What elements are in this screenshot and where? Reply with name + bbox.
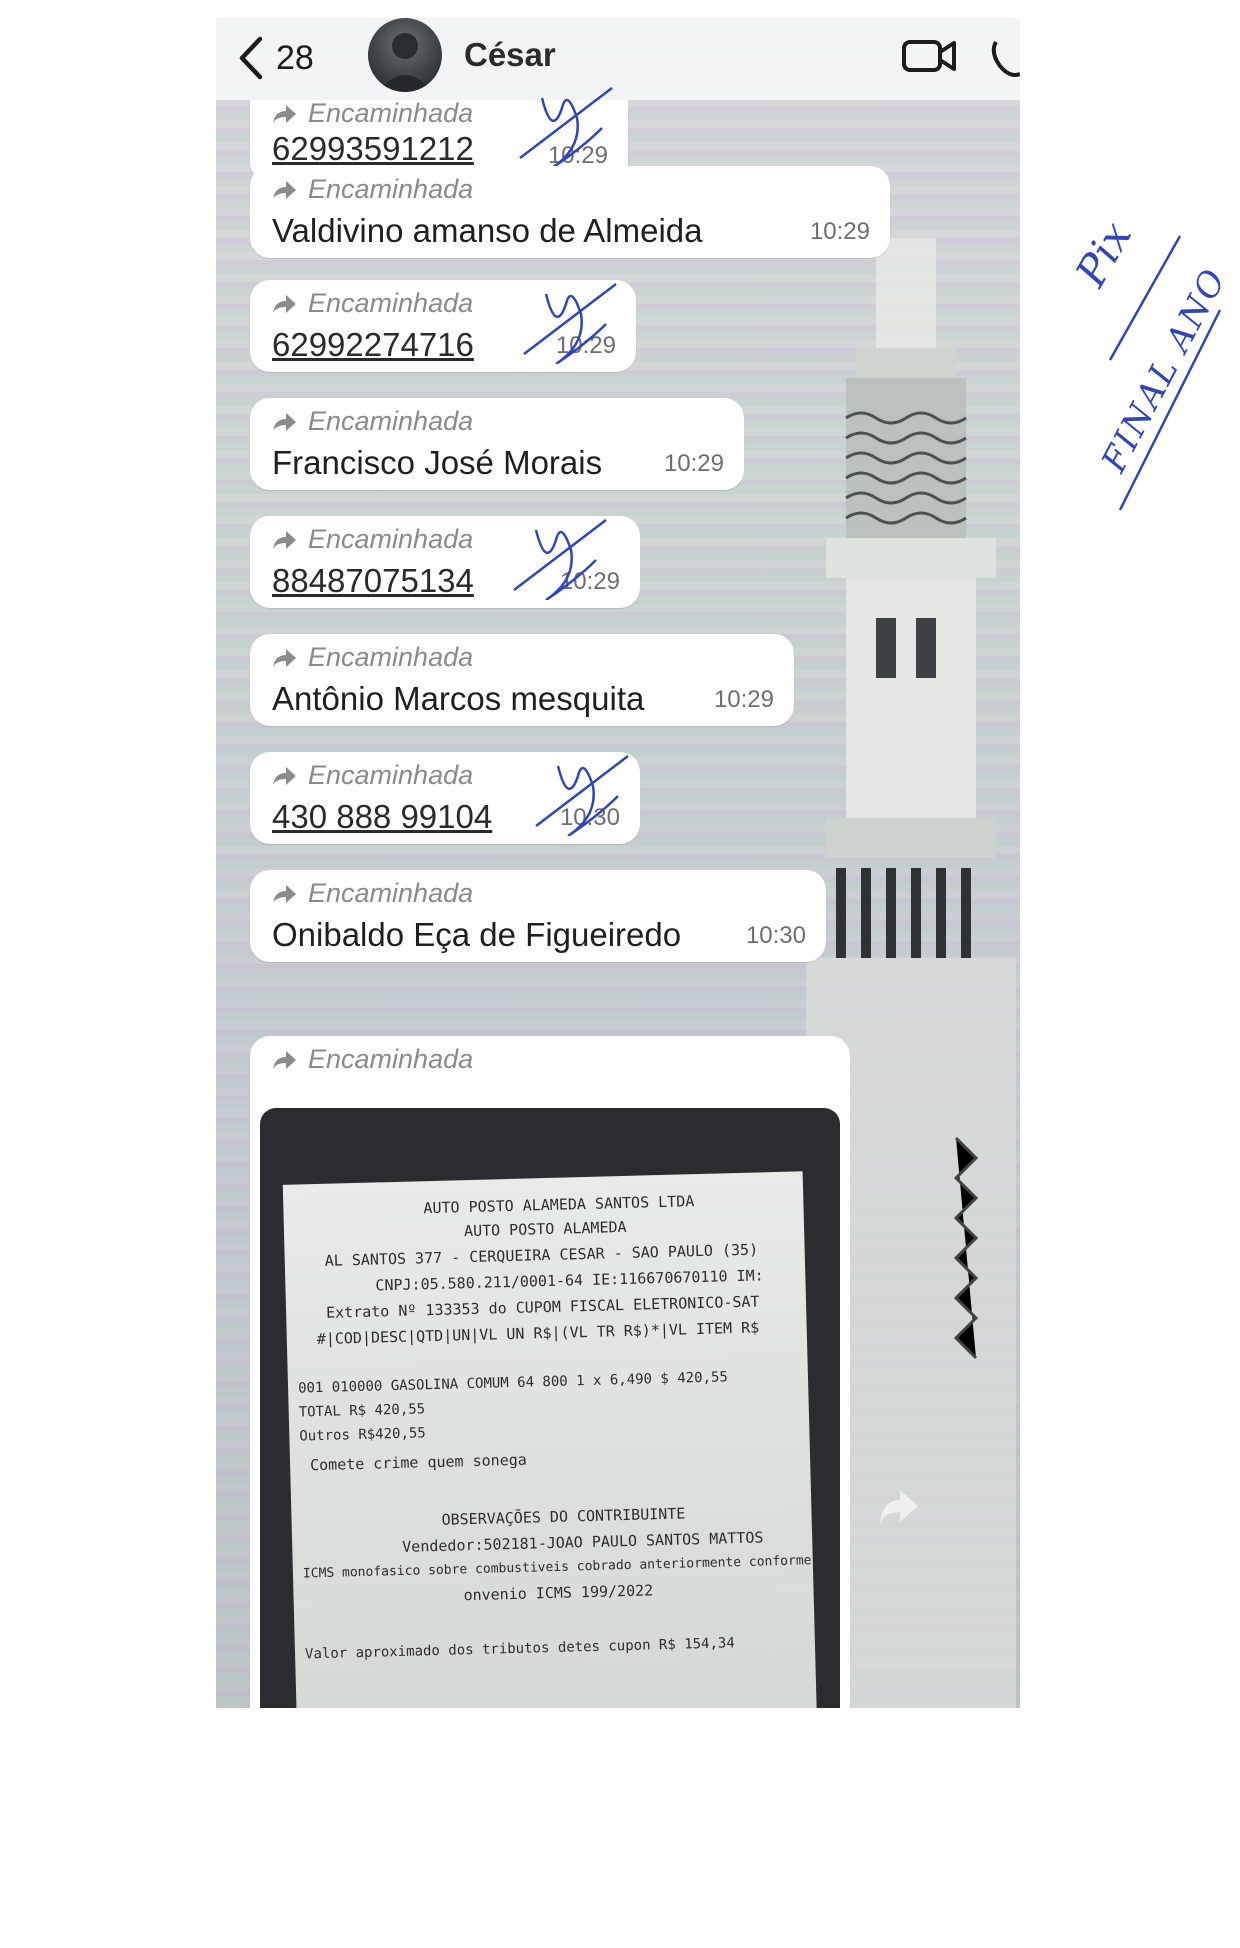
- message-time: 10:29: [713, 686, 774, 713]
- message-time: 10:30: [559, 804, 620, 831]
- forward-arrow-icon: [273, 180, 296, 199]
- contact-name[interactable]: César: [464, 36, 556, 74]
- image-message-bubble[interactable]: Encaminhada AUTO POSTO ALAMEDA SANTOS LT…: [250, 1036, 850, 1708]
- receipt-photo[interactable]: AUTO POSTO ALAMEDA SANTOS LTDA AUTO POST…: [260, 1108, 840, 1708]
- receipt-line: Vendedor:502181-JOAO PAULO SANTOS MATTOS: [402, 1528, 764, 1556]
- chat-screen: 28 César Encaminhada 62993591212 10:29 E…: [216, 18, 1020, 1708]
- phone-number-link[interactable]: 430 888 99104: [272, 798, 492, 836]
- phone-icon[interactable]: [990, 34, 1020, 78]
- message-bubble[interactable]: Encaminhada Valdivino amanso de Almeida …: [250, 166, 890, 258]
- receipt-line: #|COD|DESC|QTD|UN|VL UN R$|(VL TR R$)*|V…: [316, 1318, 760, 1349]
- forwarded-text: Encaminhada: [308, 406, 474, 436]
- forward-arrow-icon: [273, 648, 296, 667]
- message-bubble[interactable]: Encaminhada Antônio Marcos mesquita 10:2…: [250, 634, 794, 726]
- message-time: 10:29: [559, 568, 620, 595]
- person-silhouette-icon: [378, 33, 432, 92]
- message-text: Onibaldo Eça de Figueiredo: [272, 916, 682, 953]
- message-text: Antônio Marcos mesquita: [272, 680, 645, 717]
- message-text: Francisco José Morais: [272, 444, 603, 481]
- receipt-line: onvenio ICMS 199/2022: [463, 1581, 654, 1605]
- receipt-line: 001 010000 GASOLINA COMUM 64 800 1 x 6,4…: [297, 1369, 729, 1397]
- phone-number-link[interactable]: 62992274716: [272, 326, 474, 364]
- forwarded-label: Encaminhada: [272, 1044, 473, 1075]
- message-time: 10:29: [555, 332, 616, 359]
- forward-arrow-icon: [273, 884, 296, 903]
- receipt-line: Extrato Nº 133353 do CUPOM FISCAL ELETRO…: [325, 1292, 760, 1322]
- forward-arrow-icon: [273, 530, 296, 549]
- forward-arrow-icon: [273, 104, 296, 123]
- message-bubble[interactable]: Encaminhada 430 888 99104 10:30: [250, 752, 640, 844]
- receipt-line: OBSERVAÇÕES DO CONTRIBUINTE: [441, 1504, 686, 1529]
- message-bubble[interactable]: Encaminhada 62992274716 10:29: [250, 280, 636, 372]
- receipt-line: TOTAL R$ 420,55: [298, 1401, 426, 1421]
- message-time: 10:30: [745, 922, 806, 949]
- receipt-paper: AUTO POSTO ALAMEDA SANTOS LTDA AUTO POST…: [282, 1171, 827, 1708]
- forward-arrow-icon: [273, 294, 296, 313]
- forward-arrow-icon: [273, 1050, 296, 1069]
- forwarded-label: Encaminhada: [272, 98, 473, 129]
- receipt-line: CNPJ:05.580.211/0001-64 IE:116670670110 …: [375, 1266, 764, 1295]
- phone-number-link[interactable]: 62993591212: [272, 130, 474, 168]
- forwarded-label: Encaminhada: [272, 406, 473, 437]
- message-bubble[interactable]: Encaminhada Onibaldo Eça de Figueiredo 1…: [250, 870, 826, 962]
- back-button[interactable]: 28: [236, 32, 314, 84]
- video-camera-icon[interactable]: [902, 36, 958, 76]
- forwarded-label: Encaminhada: [272, 524, 473, 555]
- receipt-line: Comete crime quem sonega: [309, 1450, 528, 1475]
- receipt-line: AUTO POSTO ALAMEDA SANTOS LTDA: [423, 1192, 695, 1218]
- chat-header: 28 César: [216, 18, 1020, 100]
- forwarded-text: Encaminhada: [308, 760, 474, 790]
- forwarded-label: Encaminhada: [272, 174, 473, 205]
- forwarded-text: Encaminhada: [308, 642, 474, 672]
- forward-arrow-icon: [273, 412, 296, 431]
- receipt-line: Outros R$420,55: [299, 1425, 426, 1445]
- forward-arrow-icon: [273, 766, 296, 785]
- forwarded-text: Encaminhada: [308, 878, 474, 908]
- message-bubble[interactable]: Encaminhada Francisco José Morais 10:29: [250, 398, 744, 490]
- forwarded-text: Encaminhada: [308, 98, 474, 128]
- receipt-line: AUTO POSTO ALAMEDA: [463, 1217, 627, 1241]
- forwarded-label: Encaminhada: [272, 642, 473, 673]
- forwarded-text: Encaminhada: [308, 1044, 474, 1074]
- message-bubble[interactable]: Encaminhada 88487075134 10:29: [250, 516, 640, 608]
- forwarded-label: Encaminhada: [272, 288, 473, 319]
- forwarded-text: Encaminhada: [308, 174, 474, 204]
- forwarded-label: Encaminhada: [272, 878, 473, 909]
- share-arrow-icon[interactable]: [876, 1484, 922, 1530]
- chevron-left-icon: [239, 36, 263, 80]
- receipt-line: ICMS monofasico sobre combustiveis cobra…: [302, 1552, 828, 1582]
- unread-count: 28: [276, 38, 314, 77]
- message-time: 10:29: [663, 450, 724, 477]
- forwarded-label: Encaminhada: [272, 760, 473, 791]
- annotation-strokes: [1108, 235, 1222, 511]
- forwarded-text: Encaminhada: [308, 288, 474, 318]
- receipt-line: Valor aproximado dos tributos detes cupo…: [304, 1635, 735, 1663]
- phone-number-link[interactable]: 88487075134: [272, 562, 474, 600]
- message-time: 10:29: [809, 218, 870, 245]
- avatar[interactable]: [368, 18, 442, 92]
- receipt-line: AL SANTOS 377 - CERQUEIRA CESAR - SAO PA…: [324, 1240, 759, 1270]
- message-text: Valdivino amanso de Almeida: [272, 212, 703, 249]
- forwarded-text: Encaminhada: [308, 524, 474, 554]
